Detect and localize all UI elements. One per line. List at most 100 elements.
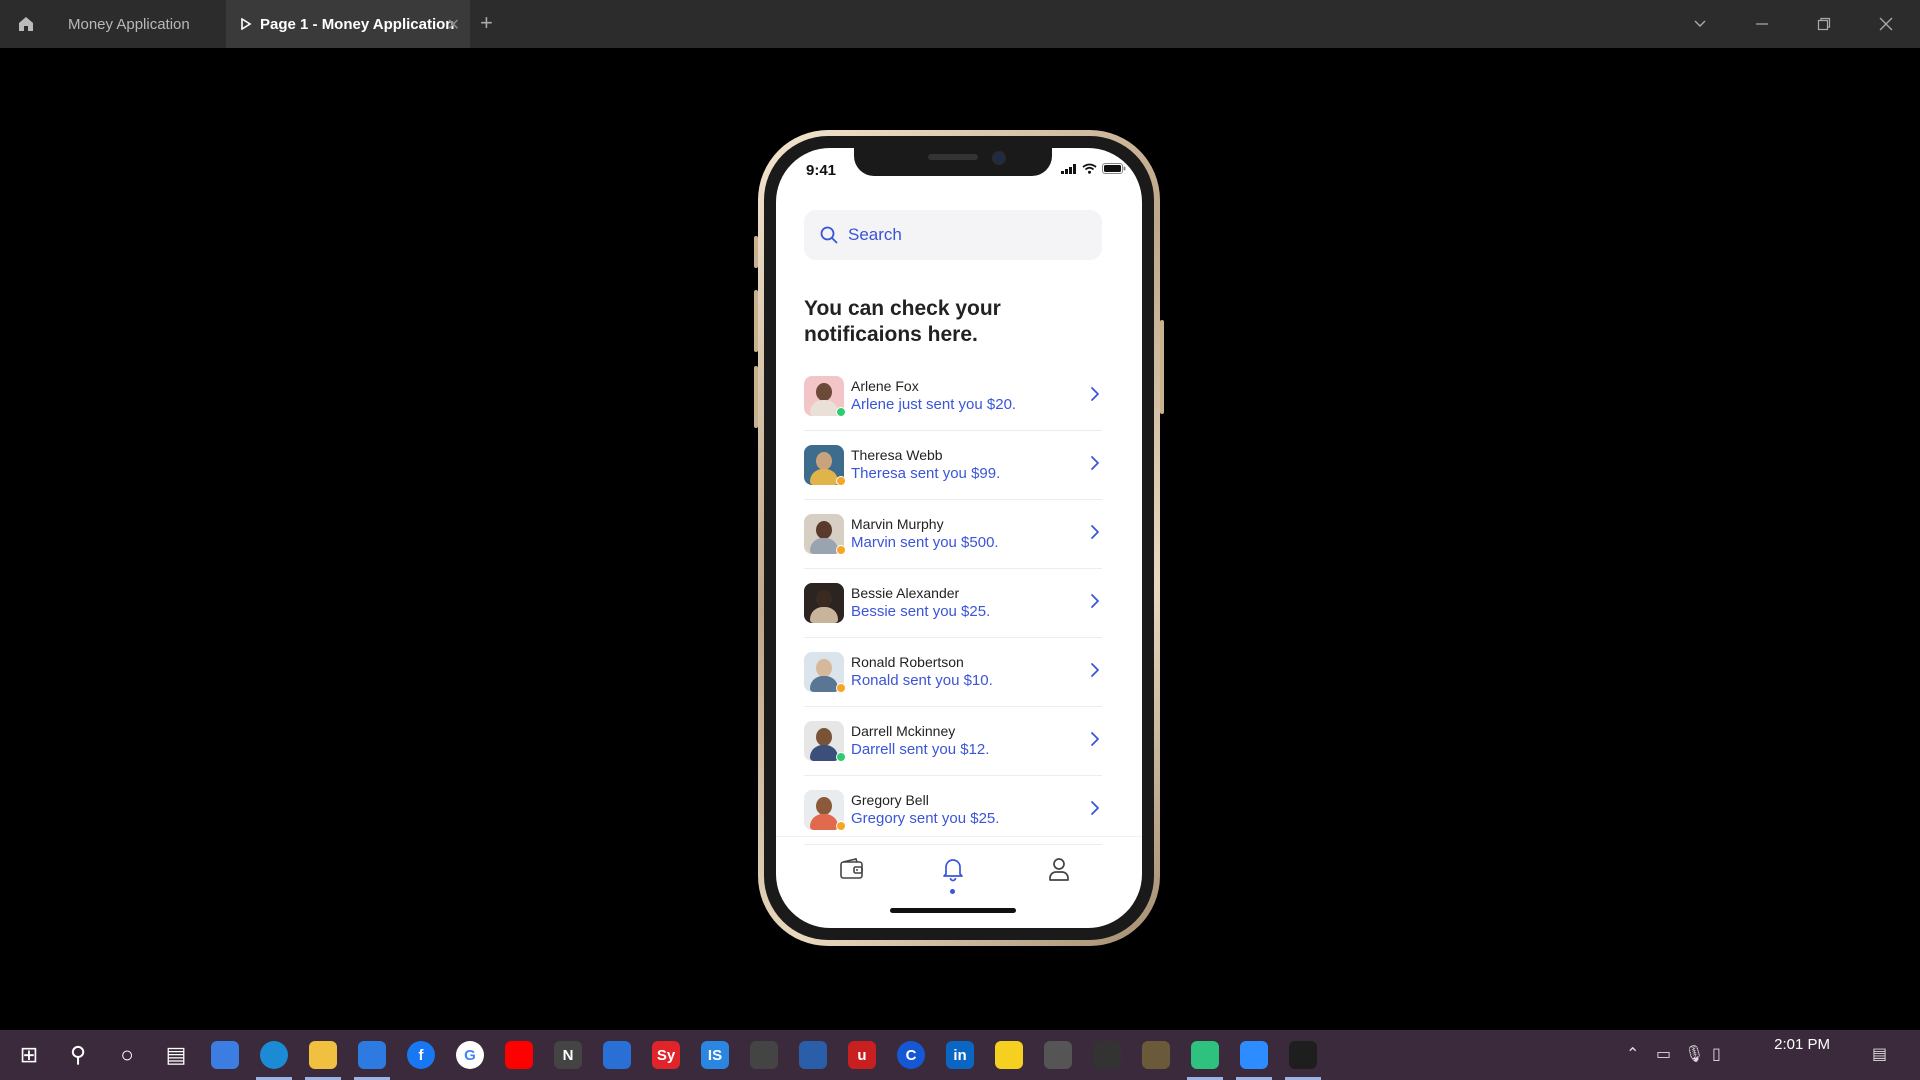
front-camera xyxy=(992,151,1006,165)
close-tab-icon[interactable]: ✕ xyxy=(447,15,460,35)
u-app-icon[interactable]: u xyxy=(848,1041,876,1069)
avatar xyxy=(804,514,846,555)
sender-name: Ronald Robertson xyxy=(851,654,964,670)
chevron-up-icon[interactable]: ⌃ xyxy=(1626,1044,1639,1064)
youtube-icon[interactable] xyxy=(505,1041,533,1069)
mail-icon[interactable] xyxy=(358,1041,386,1069)
notch xyxy=(854,148,1052,176)
tab-money-application[interactable]: Money Application xyxy=(56,0,238,48)
sticky-notes-icon[interactable] xyxy=(995,1041,1023,1069)
page-title: You can check your notificaions here. xyxy=(804,297,1001,346)
c-app-icon[interactable]: C xyxy=(897,1041,925,1069)
home-icon xyxy=(19,17,33,31)
chevron-right-icon[interactable] xyxy=(1090,731,1100,747)
chevron-right-icon[interactable] xyxy=(1090,800,1100,816)
notification-message: Bessie sent you $25. xyxy=(851,603,991,620)
notification-center-icon[interactable]: ▤ xyxy=(1872,1044,1887,1064)
notification-item[interactable]: Bessie Alexander Bessie sent you $25. xyxy=(804,569,1102,638)
presence-dot xyxy=(836,821,846,831)
tabbar-divider xyxy=(776,836,1142,837)
sender-name: Gregory Bell xyxy=(851,792,929,808)
task-view-icon[interactable]: ▤ xyxy=(159,1038,193,1072)
chevron-right-icon[interactable] xyxy=(1090,662,1100,678)
avatar xyxy=(804,445,846,486)
speaker xyxy=(928,154,978,160)
notification-message: Ronald sent you $10. xyxy=(851,672,993,689)
file-explorer-icon[interactable] xyxy=(309,1041,337,1069)
image-app-icon[interactable] xyxy=(1142,1041,1170,1069)
avatar xyxy=(804,790,846,831)
app-green-icon[interactable] xyxy=(1191,1041,1219,1069)
notion-icon[interactable]: N xyxy=(554,1041,582,1069)
app-dark-icon[interactable] xyxy=(1044,1041,1072,1069)
zoho-icon[interactable] xyxy=(603,1041,631,1069)
status-icons xyxy=(1061,163,1126,174)
app-arrows-icon[interactable] xyxy=(799,1041,827,1069)
windows-start-icon[interactable]: ⊞ xyxy=(12,1038,46,1072)
github-icon[interactable] xyxy=(1093,1041,1121,1069)
sy-icon[interactable]: Sy xyxy=(652,1041,680,1069)
minimize-icon[interactable] xyxy=(1750,12,1774,36)
tab-notifications[interactable] xyxy=(938,854,968,884)
play-icon xyxy=(241,18,252,30)
camera-icon[interactable]: ▭ xyxy=(1656,1044,1671,1064)
search-bar[interactable] xyxy=(804,210,1102,260)
battery-tray-icon[interactable]: ▯ xyxy=(1712,1044,1721,1064)
notification-text: Theresa Webb Theresa sent you $99. xyxy=(851,446,1102,484)
notification-item[interactable]: Arlene Fox Arlene just sent you $20. xyxy=(804,362,1102,431)
status-time: 9:41 xyxy=(806,162,837,179)
notification-text: Ronald Robertson Ronald sent you $10. xyxy=(851,653,1102,691)
battery-icon xyxy=(1102,163,1126,174)
tab-wallet[interactable] xyxy=(837,854,867,884)
notification-item[interactable]: Marvin Murphy Marvin sent you $500. xyxy=(804,500,1102,569)
notification-text: Gregory Bell Gregory sent you $25. xyxy=(851,791,1102,829)
notification-text: Darrell Mckinney Darrell sent you $12. xyxy=(851,722,1102,760)
figma-icon[interactable] xyxy=(1289,1041,1317,1069)
notification-item[interactable]: Ronald Robertson Ronald sent you $10. xyxy=(804,638,1102,707)
chevron-right-icon[interactable] xyxy=(1090,455,1100,471)
chevron-right-icon[interactable] xyxy=(1090,386,1100,402)
notification-item[interactable]: Theresa Webb Theresa sent you $99. xyxy=(804,431,1102,500)
google-icon[interactable]: G xyxy=(456,1041,484,1069)
microphone-icon[interactable]: 🎙 xyxy=(1684,1044,1704,1064)
power-button xyxy=(1160,320,1164,414)
chevron-down-icon[interactable] xyxy=(1688,12,1712,36)
presence-dot xyxy=(836,683,846,693)
phone-frame: 9:41 Search You can check your notificai… xyxy=(758,130,1160,946)
avatar xyxy=(804,652,846,693)
tab-page-1[interactable]: Page 1 - Money Application ✕ xyxy=(226,0,470,48)
new-tab-icon[interactable]: + xyxy=(480,12,493,34)
notification-message: Marvin sent you $500. xyxy=(851,534,999,551)
zoom-icon[interactable] xyxy=(1240,1041,1268,1069)
close-window-icon[interactable] xyxy=(1874,12,1898,36)
facebook-icon[interactable]: f xyxy=(407,1041,435,1069)
avatar xyxy=(804,721,846,762)
sender-name: Bessie Alexander xyxy=(851,585,960,601)
chevron-right-icon[interactable] xyxy=(1090,524,1100,540)
search-input[interactable] xyxy=(848,225,1068,245)
chevron-right-icon[interactable] xyxy=(1090,593,1100,609)
title-bar: Money Application Page 1 - Money Applica… xyxy=(0,0,1920,48)
notification-message: Arlene just sent you $20. xyxy=(851,396,1017,413)
sender-name: Theresa Webb xyxy=(851,447,943,463)
vscode-icon[interactable] xyxy=(211,1041,239,1069)
presence-dot xyxy=(836,752,846,762)
is-icon[interactable]: IS xyxy=(701,1041,729,1069)
tab-profile[interactable] xyxy=(1044,854,1074,884)
cisco-icon[interactable] xyxy=(750,1041,778,1069)
phone-screen: 9:41 Search You can check your notificai… xyxy=(776,148,1142,928)
notification-item[interactable]: Gregory Bell Gregory sent you $25. xyxy=(804,776,1102,845)
notification-item[interactable]: Darrell Mckinney Darrell sent you $12. xyxy=(804,707,1102,776)
wifi-icon xyxy=(1082,163,1097,174)
cortana-icon[interactable]: ○ xyxy=(110,1038,144,1072)
linkedin-icon[interactable]: in xyxy=(946,1041,974,1069)
search-icon[interactable]: ⚲ xyxy=(61,1038,95,1072)
notification-message: Theresa sent you $99. xyxy=(851,465,1001,482)
bell-icon xyxy=(943,859,963,882)
taskbar: ⌃ ▭ 🎙 ▯ 2:01 PM ▤ ⊞ ⚲ ○ ▤ f G N Sy IS u Cin xyxy=(0,1030,1920,1080)
home-button[interactable] xyxy=(10,8,42,40)
notification-text: Arlene Fox Arlene just sent you $20. xyxy=(851,377,1102,415)
clock[interactable]: 2:01 PM xyxy=(1774,1036,1830,1053)
restore-icon[interactable] xyxy=(1812,12,1836,36)
edge-icon[interactable] xyxy=(260,1041,288,1069)
